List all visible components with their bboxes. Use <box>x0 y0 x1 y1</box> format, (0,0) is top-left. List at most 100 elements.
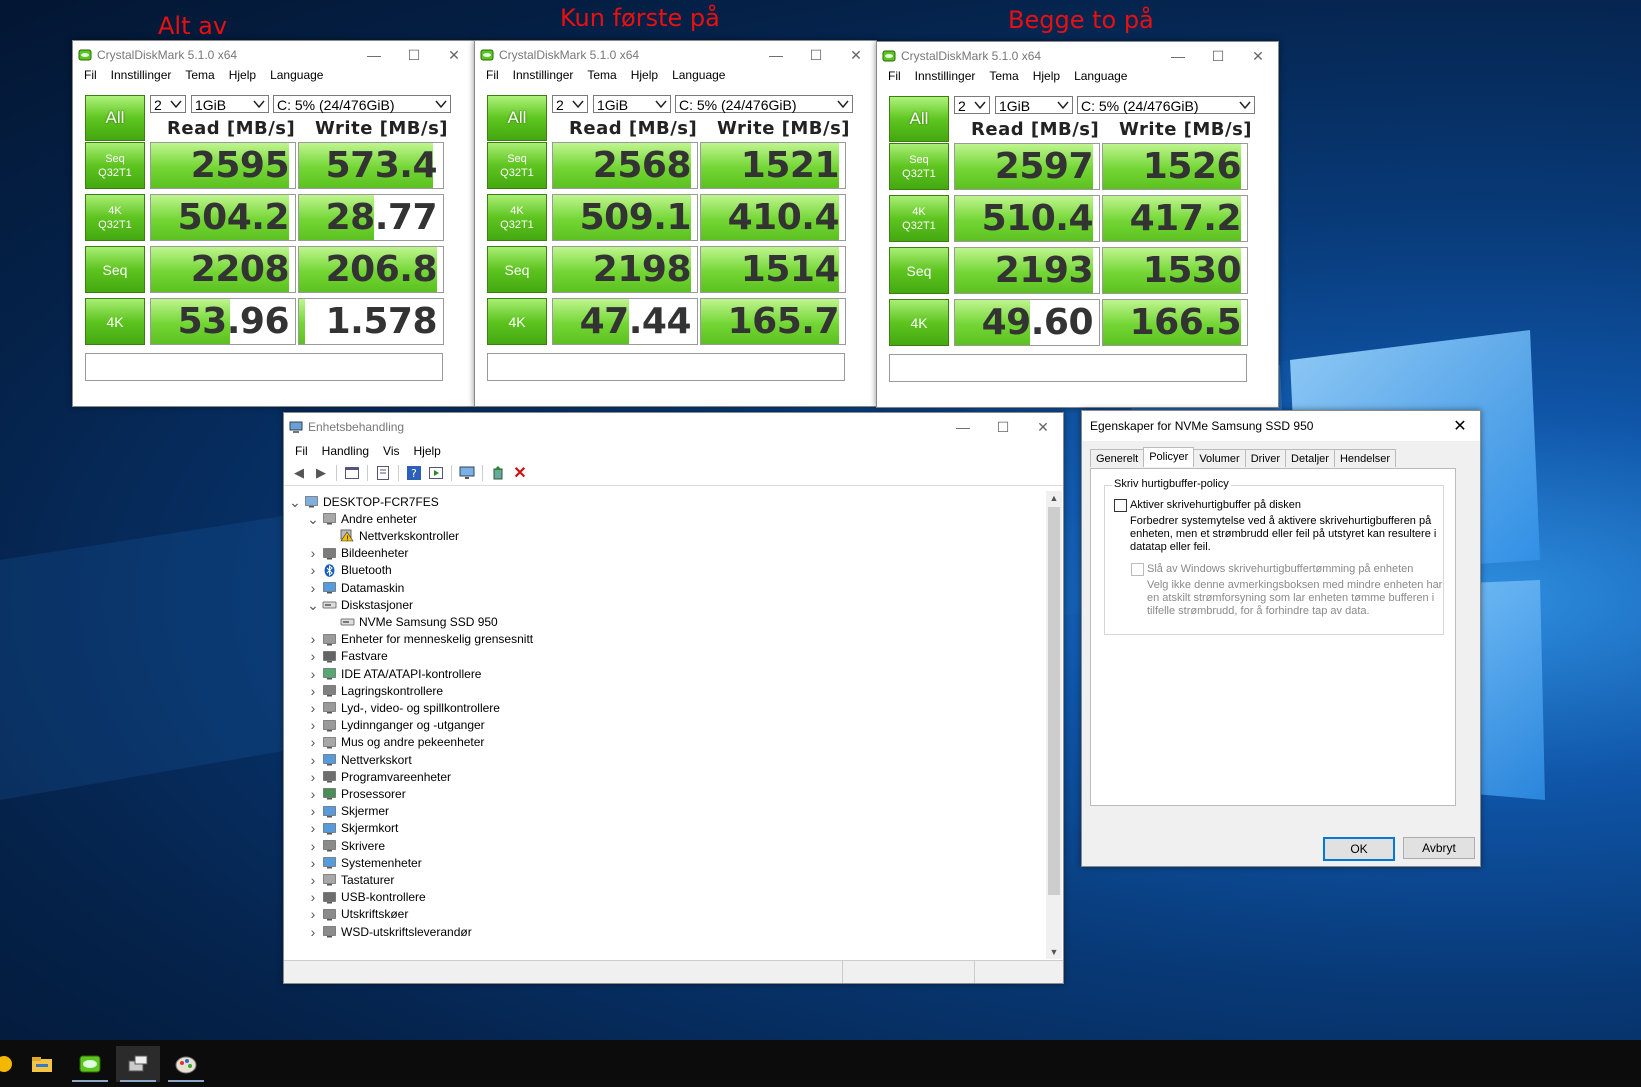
close-button[interactable]: ✕ <box>1440 411 1480 441</box>
menu-theme[interactable]: Tema <box>989 69 1018 83</box>
test-button[interactable]: 4K <box>487 298 547 345</box>
tab-events[interactable]: Hendelser <box>1333 449 1397 467</box>
properties-icon[interactable] <box>374 465 392 481</box>
menu-view[interactable]: Vis <box>383 444 399 458</box>
chevron-right-icon[interactable]: › <box>307 752 319 768</box>
chevron-right-icon[interactable]: › <box>307 855 319 871</box>
chevron-right-icon[interactable]: › <box>307 734 319 750</box>
chevron-right-icon[interactable]: › <box>307 717 319 733</box>
tree-node[interactable]: › USB-kontrollere <box>307 889 426 906</box>
test-button[interactable]: Seq <box>85 246 145 293</box>
maximize-button[interactable]: ☐ <box>394 41 434 69</box>
menu-theme[interactable]: Tema <box>587 68 616 82</box>
enable-write-cache-checkbox[interactable] <box>1114 499 1127 512</box>
test-button[interactable]: Seq <box>487 246 547 293</box>
comment-field[interactable] <box>487 353 845 381</box>
menu-language[interactable]: Language <box>1074 69 1127 83</box>
minimize-button[interactable]: — <box>354 41 394 69</box>
tree-node[interactable]: › Lyd-, video- og spillkontrollere <box>307 699 500 716</box>
chevron-right-icon[interactable]: › <box>307 838 319 854</box>
scroll-up-icon[interactable]: ▲ <box>1046 491 1062 505</box>
tree-node[interactable]: › Systemenheter <box>307 854 422 871</box>
close-button[interactable]: ✕ <box>1023 413 1063 441</box>
chevron-right-icon[interactable]: › <box>307 769 319 785</box>
size-select[interactable]: 1GiB <box>191 95 269 113</box>
menu-language[interactable]: Language <box>672 68 725 82</box>
comment-field[interactable] <box>889 354 1247 382</box>
forward-arrow-icon[interactable]: ▶ <box>312 465 330 481</box>
tree-node[interactable]: › Fastvare <box>307 648 388 665</box>
chevron-down-icon[interactable]: ⌄ <box>307 598 319 612</box>
tree-node[interactable]: › Lydinnganger og -utganger <box>307 717 485 734</box>
size-select[interactable]: 1GiB <box>593 95 671 113</box>
chevron-right-icon[interactable]: › <box>307 648 319 664</box>
chevron-right-icon[interactable]: › <box>307 889 319 905</box>
tree-node[interactable]: › Enheter for menneskelig grensesnitt <box>307 631 533 648</box>
tree-node[interactable]: › Mus og andre pekeenheter <box>307 734 485 751</box>
scroll-down-icon[interactable]: ▼ <box>1046 945 1062 959</box>
cancel-button[interactable]: Avbryt <box>1403 837 1475 859</box>
scan-hardware-icon[interactable] <box>458 465 476 481</box>
chevron-right-icon[interactable]: › <box>307 631 319 647</box>
file-explorer-icon[interactable] <box>20 1046 64 1082</box>
tree-node[interactable]: ⌄ Diskstasjoner <box>307 596 413 613</box>
all-button[interactable]: All <box>889 96 949 142</box>
tree-node[interactable]: › Skjermer <box>307 803 389 820</box>
count-select[interactable]: 2 <box>150 95 186 113</box>
test-button[interactable]: Seq Q32T1 <box>889 143 949 190</box>
vertical-scrollbar[interactable]: ▲ ▼ <box>1046 491 1062 959</box>
paint-icon[interactable] <box>164 1046 208 1082</box>
tree-node[interactable]: › IDE ATA/ATAPI-kontrollere <box>307 665 482 682</box>
tab-general[interactable]: Generelt <box>1090 449 1145 467</box>
test-button[interactable]: 4K <box>889 299 949 346</box>
disable-cache-flush-checkbox[interactable] <box>1131 563 1144 576</box>
tree-node[interactable]: ⌄ Andre enheter <box>307 510 417 527</box>
tab-driver[interactable]: Driver <box>1244 449 1287 467</box>
close-button[interactable]: ✕ <box>1238 42 1278 70</box>
menu-settings[interactable]: Innstillinger <box>111 68 172 82</box>
chevron-right-icon[interactable]: › <box>307 906 319 922</box>
menu-help[interactable]: Hjelp <box>631 68 658 82</box>
maximize-button[interactable]: ☐ <box>796 41 836 69</box>
tree-node[interactable]: › Prosessorer <box>307 785 406 802</box>
tree-node[interactable]: › Skrivere <box>307 837 385 854</box>
menu-settings[interactable]: Innstillinger <box>915 69 976 83</box>
tab-policies[interactable]: Policyer <box>1143 447 1195 467</box>
tree-node[interactable]: NVMe Samsung SSD 950 <box>325 613 498 630</box>
menu-theme[interactable]: Tema <box>185 68 214 82</box>
test-button[interactable]: 4K <box>85 298 145 345</box>
tree-node[interactable]: › Bluetooth <box>307 562 392 579</box>
close-button[interactable]: ✕ <box>836 41 876 69</box>
chevron-right-icon[interactable]: › <box>307 700 319 716</box>
minimize-button[interactable]: — <box>756 41 796 69</box>
help-icon[interactable]: ? <box>405 465 423 481</box>
menu-help[interactable]: Hjelp <box>414 444 441 458</box>
tab-volumes[interactable]: Volumer <box>1193 449 1246 467</box>
tree-node[interactable]: › Skjermkort <box>307 820 399 837</box>
drive-select[interactable]: C: 5% (24/476GiB) <box>675 95 853 113</box>
crystaldiskmark-icon[interactable] <box>68 1046 112 1082</box>
test-button[interactable]: 4K Q32T1 <box>85 194 145 241</box>
back-arrow-icon[interactable]: ◀ <box>290 465 308 481</box>
device-manager-icon[interactable] <box>116 1046 160 1082</box>
menu-settings[interactable]: Innstillinger <box>513 68 574 82</box>
all-button[interactable]: All <box>487 95 547 141</box>
test-button[interactable]: 4K Q32T1 <box>889 195 949 242</box>
tree-node[interactable]: › WSD-utskriftsleverandør <box>307 923 472 940</box>
chevron-right-icon[interactable]: › <box>307 924 319 940</box>
chevron-right-icon[interactable]: › <box>307 580 319 596</box>
maximize-button[interactable]: ☐ <box>983 413 1023 441</box>
test-button[interactable]: Seq <box>889 247 949 294</box>
chevron-right-icon[interactable]: › <box>307 562 319 578</box>
scrollbar-thumb[interactable] <box>1048 507 1060 895</box>
menu-file[interactable]: Fil <box>295 444 308 458</box>
test-button[interactable]: 4K Q32T1 <box>487 194 547 241</box>
count-select[interactable]: 2 <box>954 96 990 114</box>
chevron-right-icon[interactable]: › <box>307 666 319 682</box>
tree-node[interactable]: › Utskriftskøer <box>307 906 409 923</box>
minimize-button[interactable]: — <box>943 413 983 441</box>
menu-file[interactable]: Fil <box>888 69 901 83</box>
tree-node[interactable]: ! Nettverkskontroller <box>325 527 459 544</box>
chevron-down-icon[interactable]: ⌄ <box>307 512 319 526</box>
tree-node[interactable]: ⌄ DESKTOP-FCR7FES <box>289 493 439 510</box>
